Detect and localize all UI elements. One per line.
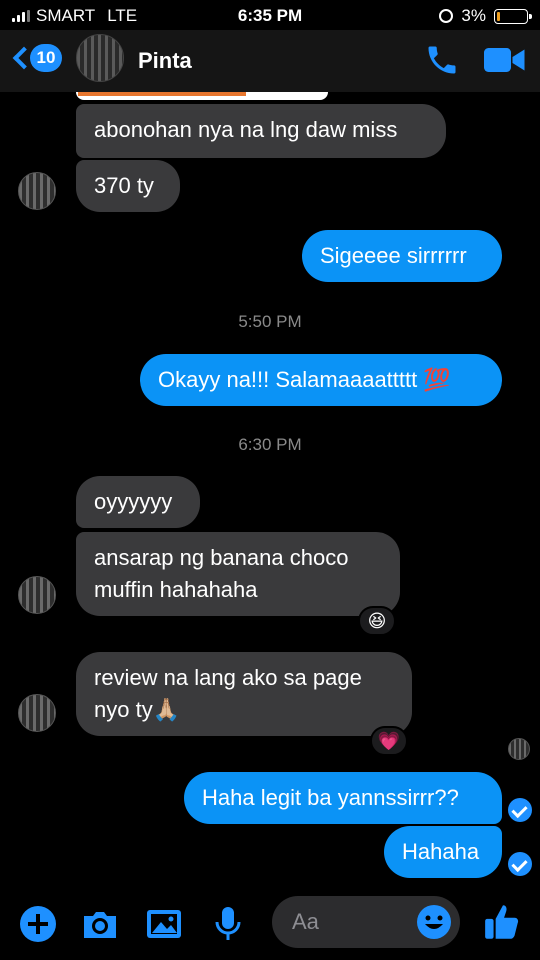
conversation-header: 10 Pinta xyxy=(0,30,540,92)
delivered-check-icon xyxy=(508,852,532,876)
message-outgoing[interactable]: Okayy na!!! Salamaaaattttt 💯 xyxy=(140,354,502,406)
read-receipt-avatar xyxy=(508,738,530,760)
plus-icon[interactable] xyxy=(18,904,58,944)
contact-avatar[interactable] xyxy=(76,34,124,82)
reaction-laugh[interactable]: 😆 xyxy=(358,606,396,636)
contact-avatar-small[interactable] xyxy=(18,694,56,732)
timestamp: 6:30 PM xyxy=(238,435,302,454)
microphone-icon[interactable] xyxy=(208,904,248,944)
message-line: review na lang ako sa page xyxy=(94,665,362,690)
smiley-icon[interactable] xyxy=(416,904,452,940)
status-bar: SMART LTE 6:35 PM 3% xyxy=(0,0,540,30)
message-incoming[interactable]: 370 ty xyxy=(76,160,180,212)
message-outgoing[interactable]: Haha legit ba yannssirrr?? xyxy=(184,772,502,824)
reaction-heart[interactable]: 💗 xyxy=(370,726,408,756)
phone-icon[interactable] xyxy=(424,42,460,78)
rotation-lock-icon xyxy=(439,9,454,23)
message-outgoing[interactable]: Sigeeee sirrrrrr xyxy=(302,230,502,282)
message-line: nyo ty🙏🏼 xyxy=(94,697,181,722)
contact-avatar-small[interactable] xyxy=(18,172,56,210)
image-icon[interactable] xyxy=(144,904,184,944)
delivered-check-icon xyxy=(508,798,532,822)
message-line: ansarap ng banana choco xyxy=(94,545,349,570)
contact-name[interactable]: Pinta xyxy=(138,48,192,74)
shared-image-preview[interactable] xyxy=(76,92,328,100)
message-outgoing[interactable]: Hahaha xyxy=(384,826,502,878)
battery-percent: 3% xyxy=(461,6,486,25)
message-incoming[interactable]: abonohan nya na lng daw miss xyxy=(76,104,446,158)
message-input[interactable] xyxy=(292,906,412,938)
composer-bar xyxy=(0,890,540,960)
battery-icon xyxy=(494,8,532,24)
status-right: 3% xyxy=(439,6,532,26)
timestamp: 5:50 PM xyxy=(238,312,302,331)
message-incoming[interactable]: review na lang ako sa page nyo ty🙏🏼 xyxy=(76,652,412,736)
grinning-squint-emoji-icon: 😆 xyxy=(367,610,387,631)
thumbs-up-icon[interactable] xyxy=(482,900,524,944)
video-camera-icon[interactable] xyxy=(484,44,526,76)
pink-heart-emoji-icon: 💗 xyxy=(377,730,401,751)
message-incoming[interactable]: oyyyyyy xyxy=(76,476,200,528)
back-button[interactable]: 10 xyxy=(10,44,62,72)
camera-icon[interactable] xyxy=(80,904,120,944)
contact-avatar-small[interactable] xyxy=(18,576,56,614)
message-line: muffin hahahaha xyxy=(94,577,258,602)
message-composer[interactable] xyxy=(272,896,460,948)
message-incoming[interactable]: ansarap ng banana choco muffin hahahaha xyxy=(76,532,400,616)
